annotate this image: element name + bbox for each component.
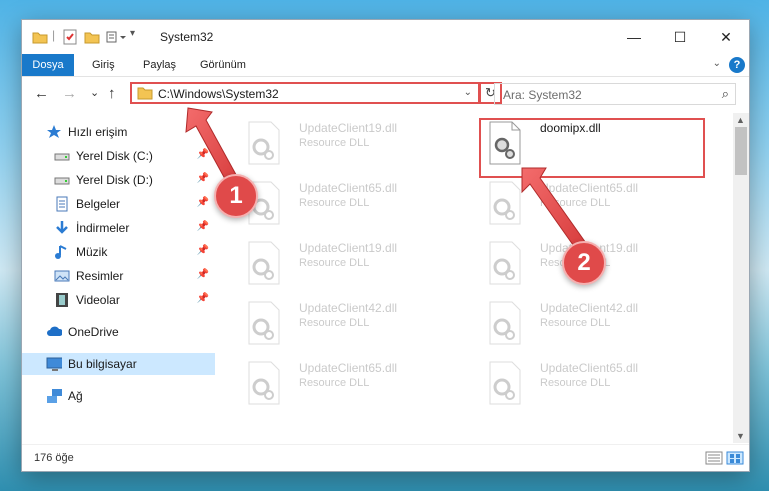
step-badge-2: 2 — [562, 241, 606, 285]
arrow-2 — [521, 167, 589, 253]
step-badge-1: 1 — [214, 174, 258, 218]
annotation-arrows — [185, 107, 589, 253]
